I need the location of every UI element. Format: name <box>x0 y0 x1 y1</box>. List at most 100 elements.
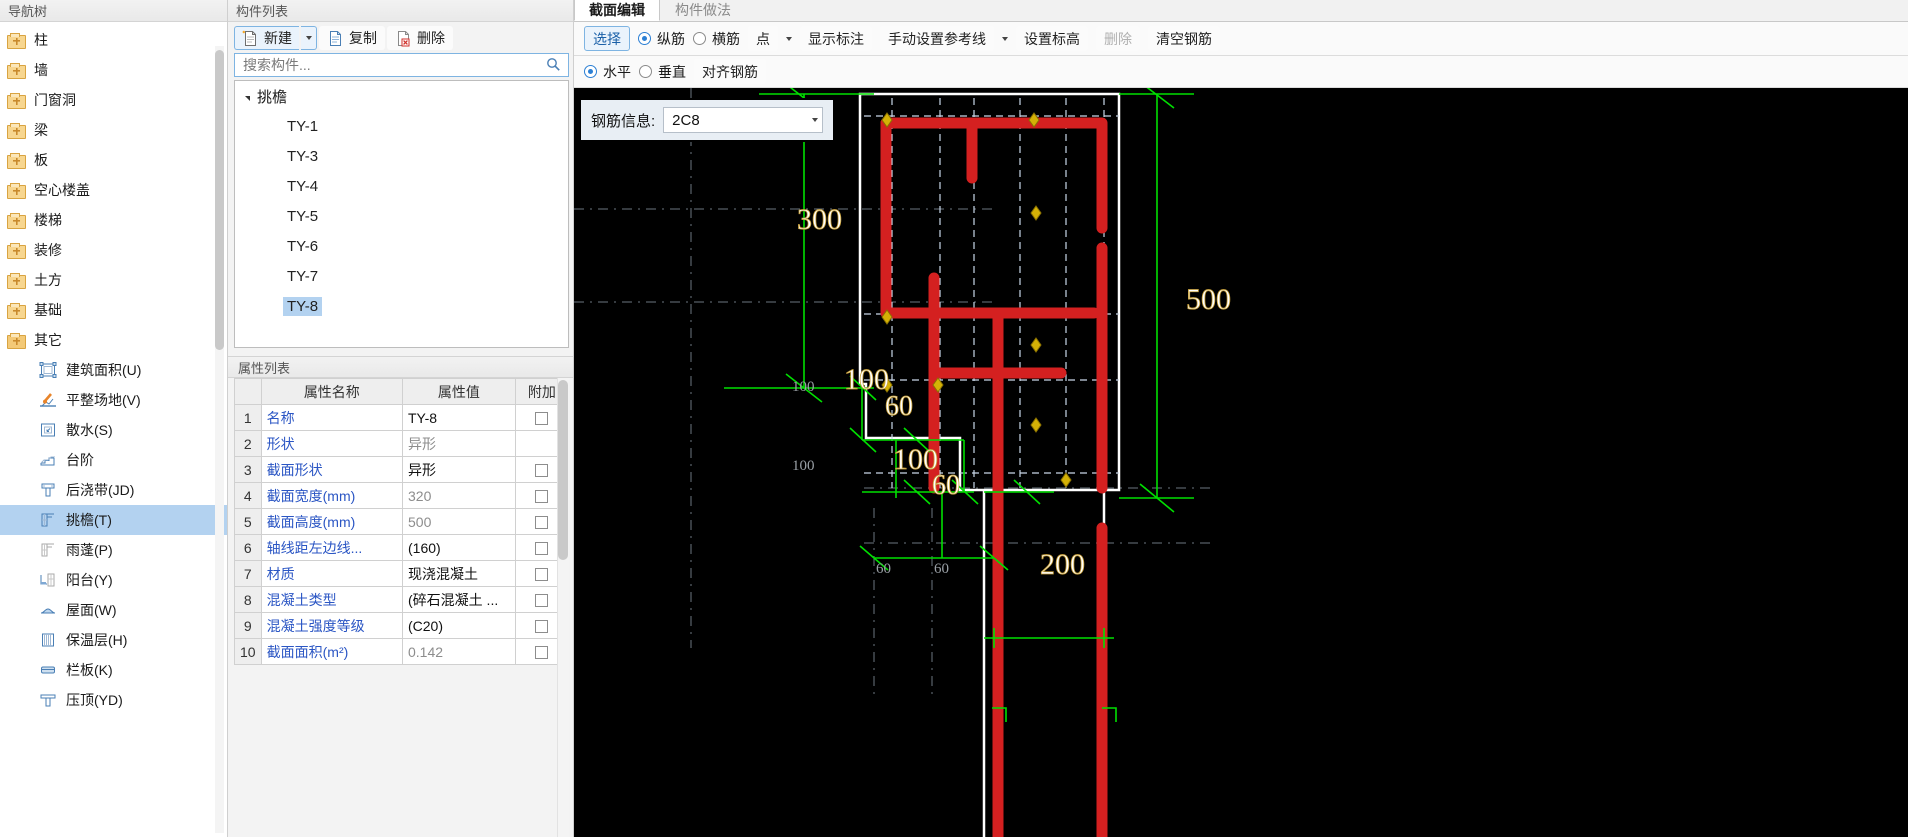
sidebar-item-1[interactable]: 墙 <box>0 55 227 85</box>
sidebar-item-3[interactable]: 梁 <box>0 115 227 145</box>
sidebar-item-7[interactable]: 装修 <box>0 235 227 265</box>
clear-rebar-button[interactable]: 清空钢筋 <box>1148 26 1220 51</box>
manual-reference-line-button[interactable]: 手动设置参考线 <box>880 26 994 51</box>
sidebar-item-6[interactable]: 楼梯 <box>0 205 227 235</box>
sidebar-item-16[interactable]: 挑檐(T) <box>0 505 227 535</box>
checkbox-unchecked-icon[interactable] <box>535 490 549 504</box>
checkbox-unchecked-icon[interactable] <box>535 516 549 530</box>
sidebar-item-22[interactable]: 压顶(YD) <box>0 685 227 715</box>
property-scrollbar-track[interactable] <box>557 378 569 837</box>
sidebar-item-19[interactable]: 屋面(W) <box>0 595 227 625</box>
align-rebar-button[interactable]: 对齐钢筋 <box>694 59 766 84</box>
copy-component-button[interactable]: 复制 <box>319 25 385 50</box>
rebar-info-select[interactable]: 2C8 <box>663 107 823 133</box>
tab-section-edit[interactable]: 截面编辑 <box>574 0 660 21</box>
section-drawing-canvas[interactable]: 300 500 100 100 60 100 100 60 60 60 200 钢筋信息: 2C8 <box>574 88 1908 837</box>
radio-horizontal[interactable]: 水平 <box>584 62 631 82</box>
table-row[interactable]: 9 混凝土强度等级 (C20) <box>234 612 569 639</box>
checkbox-unchecked-icon[interactable] <box>535 542 549 556</box>
table-row[interactable]: 2 形状 异形 <box>234 430 569 457</box>
property-row-value[interactable]: 异形 <box>402 430 516 457</box>
dimension-label: 60 <box>885 391 913 422</box>
table-row[interactable]: 10 截面面积(m²) 0.142 <box>234 638 569 665</box>
sidebar-item-18[interactable]: 阳台(Y) <box>0 565 227 595</box>
list-item[interactable]: TY-1 <box>235 111 568 141</box>
sidebar-item-10[interactable]: 其它 <box>0 325 227 355</box>
property-row-value[interactable]: 320 <box>402 482 516 509</box>
set-elevation-button[interactable]: 设置标高 <box>1016 26 1088 51</box>
triangle-expanded-icon[interactable] <box>245 95 250 101</box>
folder-open-icon <box>6 331 26 349</box>
nav-scrollbar-thumb[interactable] <box>215 50 224 350</box>
sidebar-item-4[interactable]: 板 <box>0 145 227 175</box>
folder-icon <box>6 211 26 229</box>
radio-longitudinal-rebar[interactable]: 纵筋 <box>638 29 685 49</box>
list-item[interactable]: TY-7 <box>235 261 568 291</box>
component-search-box[interactable] <box>234 53 569 77</box>
table-row[interactable]: 5 截面高度(mm) 500 <box>234 508 569 535</box>
property-row-value[interactable]: 现浇混凝土 <box>402 560 516 587</box>
select-tool-button[interactable]: 选择 <box>584 26 630 51</box>
search-input[interactable] <box>241 56 546 74</box>
show-annotation-button[interactable]: 显示标注 <box>800 26 872 51</box>
point-mode-chevron-down-icon[interactable] <box>786 36 792 41</box>
component-tree[interactable]: 挑檐 TY-1 TY-3 TY-4 TY-5 TY-6 TY-7 TY-8 <box>234 80 569 348</box>
property-scrollbar-thumb[interactable] <box>558 380 568 560</box>
sidebar-item-14[interactable]: 台阶 <box>0 445 227 475</box>
list-item[interactable]: TY-3 <box>235 141 568 171</box>
property-row-name: 截面面积(m²) <box>260 638 404 665</box>
table-row[interactable]: 4 截面宽度(mm) 320 <box>234 482 569 509</box>
property-row-value[interactable]: 0.142 <box>402 638 516 665</box>
sidebar-item-8[interactable]: 土方 <box>0 265 227 295</box>
property-row-value[interactable]: (碎石混凝土 ... <box>402 586 516 613</box>
property-row-value[interactable]: (C20) <box>402 612 516 639</box>
checkbox-unchecked-icon[interactable] <box>535 646 549 660</box>
new-component-dropdown[interactable] <box>301 25 317 50</box>
property-row-value[interactable]: 异形 <box>402 456 516 483</box>
radio-transverse-rebar[interactable]: 横筋 <box>693 29 740 49</box>
checkbox-unchecked-icon[interactable] <box>535 412 549 426</box>
property-col-name: 属性名称 <box>260 378 404 405</box>
table-row[interactable]: 1 名称 TY-8 <box>234 404 569 431</box>
property-row-value[interactable]: 500 <box>402 508 516 535</box>
property-row-value[interactable]: (160) <box>402 534 516 561</box>
table-row[interactable]: 6 轴线距左边线... (160) <box>234 534 569 561</box>
sidebar-item-5[interactable]: 空心楼盖 <box>0 175 227 205</box>
sidebar-item-15[interactable]: 后浇带(JD) <box>0 475 227 505</box>
list-item[interactable]: TY-5 <box>235 201 568 231</box>
folder-icon <box>6 31 26 49</box>
chevron-down-icon[interactable] <box>812 118 818 122</box>
delete-rebar-button[interactable]: 删除 <box>1096 26 1140 51</box>
table-row[interactable]: 8 混凝土类型 (碎石混凝土 ... <box>234 586 569 613</box>
sidebar-item-9[interactable]: 基础 <box>0 295 227 325</box>
search-icon[interactable] <box>546 57 564 73</box>
radio-vertical[interactable]: 垂直 <box>639 62 686 82</box>
sidebar-item-0[interactable]: 柱 <box>0 25 227 55</box>
checkbox-unchecked-icon[interactable] <box>535 620 549 634</box>
list-item[interactable]: TY-4 <box>235 171 568 201</box>
rebar-info-value: 2C8 <box>672 111 700 129</box>
tab-component-method[interactable]: 构件做法 <box>660 0 746 21</box>
sidebar-item-17[interactable]: 雨蓬(P) <box>0 535 227 565</box>
sidebar-item-label: 雨蓬(P) <box>66 542 113 558</box>
delete-component-button[interactable]: 删除 <box>387 25 453 50</box>
checkbox-unchecked-icon[interactable] <box>535 594 549 608</box>
new-component-button[interactable]: 新建 <box>234 25 299 50</box>
sidebar-item-11[interactable]: 建筑面积(U) <box>0 355 227 385</box>
table-row[interactable]: 3 截面形状 异形 <box>234 456 569 483</box>
list-item[interactable]: TY-6 <box>235 231 568 261</box>
navigation-tree-body[interactable]: 柱墙门窗洞梁板空心楼盖 楼梯 装修 土方 基础 其它 建筑面积(U) 平整场地(V) 散水(S)… <box>0 22 227 837</box>
sidebar-item-21[interactable]: 栏板(K) <box>0 655 227 685</box>
sidebar-item-20[interactable]: 保温层(H) <box>0 625 227 655</box>
table-row[interactable]: 7 材质 现浇混凝土 <box>234 560 569 587</box>
list-item[interactable]: TY-8 <box>235 291 568 321</box>
checkbox-unchecked-icon[interactable] <box>535 568 549 582</box>
sidebar-item-2[interactable]: 门窗洞 <box>0 85 227 115</box>
point-mode-button[interactable]: 点 <box>748 26 778 51</box>
component-group[interactable]: 挑檐 <box>235 81 568 111</box>
sidebar-item-13[interactable]: 散水(S) <box>0 415 227 445</box>
manual-reference-chevron-down-icon[interactable] <box>1002 36 1008 41</box>
checkbox-unchecked-icon[interactable] <box>535 464 549 478</box>
property-row-value[interactable]: TY-8 <box>402 404 516 431</box>
sidebar-item-12[interactable]: 平整场地(V) <box>0 385 227 415</box>
